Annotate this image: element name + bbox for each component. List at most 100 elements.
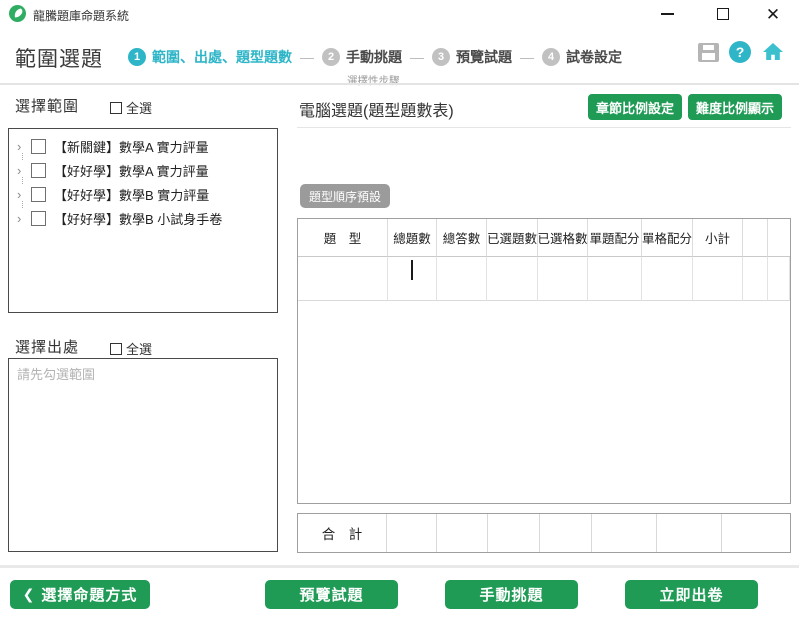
tree-item-3[interactable]: › 【好好學】數學B 小試身手卷 xyxy=(9,206,277,230)
step-4-label: 試卷設定 xyxy=(566,47,622,67)
tree-item-3-checkbox[interactable] xyxy=(31,211,46,226)
tree-item-2-label: 【好好學】數學B 實力評量 xyxy=(54,185,209,204)
close-button[interactable]: ✕ xyxy=(756,2,790,26)
total-cell-5 xyxy=(592,514,657,552)
total-cell-1 xyxy=(387,514,437,552)
source-select-all-label: 全選 xyxy=(126,339,152,358)
difficulty-ratio-button[interactable]: 難度比例顯示 xyxy=(688,94,782,120)
step-3-preview[interactable]: 3 預覽試題 xyxy=(432,47,512,67)
step-dash: — xyxy=(520,49,534,65)
header-divider xyxy=(0,83,799,85)
titlebar: 龍騰題庫命題系統 ✕ xyxy=(0,0,799,28)
app-window: 龍騰題庫命題系統 ✕ 範圍選題 1 範圍、出處、題型題數 — 2 手動挑題 選擇… xyxy=(0,0,799,619)
home-icon[interactable] xyxy=(761,40,785,64)
tree-item-0[interactable]: › 【新關鍵】數學A 實力評量 xyxy=(9,134,277,158)
close-icon: ✕ xyxy=(766,6,780,23)
source-section-title: 選擇出處 xyxy=(15,336,79,357)
tree-item-2-checkbox[interactable] xyxy=(31,187,46,202)
col-header-selected-questions: 已選題數 xyxy=(487,219,538,257)
row-cell-points-per-question[interactable] xyxy=(588,257,642,301)
step-dash: — xyxy=(300,49,314,65)
minimize-button[interactable] xyxy=(650,2,684,26)
step-4-number: 4 xyxy=(542,48,560,66)
tree-item-3-label: 【好好學】數學B 小試身手卷 xyxy=(54,209,222,228)
col-header-selected-blanks: 已選格數 xyxy=(538,219,588,257)
back-to-method-button[interactable]: ❮ 選擇命題方式 xyxy=(10,580,150,609)
col-header-blank-1 xyxy=(743,219,768,257)
main-panel-title: 電腦選題(題型題數表) xyxy=(299,97,454,121)
col-header-blank-2 xyxy=(768,219,790,257)
step-1-label: 範圍、出處、題型題數 xyxy=(152,47,292,67)
col-header-total-answers: 總答數 xyxy=(437,219,487,257)
back-button-label: 選擇命題方式 xyxy=(41,584,137,605)
manual-pick-button[interactable]: 手動挑題 xyxy=(445,580,578,609)
range-select-all-label: 全選 xyxy=(126,98,152,117)
tree-item-1-checkbox[interactable] xyxy=(31,163,46,178)
step-1-range[interactable]: 1 範圍、出處、題型題數 xyxy=(128,47,292,67)
col-header-points-per-question: 單題配分 xyxy=(588,219,642,257)
range-select-all[interactable]: 全選 xyxy=(110,98,152,117)
row-cell-total-questions[interactable] xyxy=(388,257,437,301)
step-3-label: 預覽試題 xyxy=(456,47,512,67)
tree-item-2[interactable]: › 【好好學】數學B 實力評量 xyxy=(9,182,277,206)
total-row: 合 計 xyxy=(297,513,791,553)
step-dash: — xyxy=(410,49,424,65)
expand-icon[interactable]: › xyxy=(17,164,31,177)
row-cell-points-per-blank[interactable] xyxy=(642,257,693,301)
total-cell-6 xyxy=(657,514,722,552)
maximize-button[interactable] xyxy=(706,2,740,26)
wizard-stepper: 1 範圍、出處、題型題數 — 2 手動挑題 選擇性步驟 — 3 預覽試題 — 4… xyxy=(128,30,622,83)
question-type-table: 題 型 總題數 總答數 已選題數 已選格數 單題配分 單格配分 小計 xyxy=(297,218,791,504)
tree-item-1[interactable]: › 【好好學】數學A 實力評量 xyxy=(9,158,277,182)
source-placeholder: 請先勾選範圍 xyxy=(17,364,95,383)
save-icon[interactable] xyxy=(698,43,719,62)
footer-divider xyxy=(0,565,799,568)
generate-paper-button[interactable]: 立即出卷 xyxy=(625,580,758,609)
tree-item-0-checkbox[interactable] xyxy=(31,139,46,154)
range-select-all-checkbox[interactable] xyxy=(110,102,122,114)
step-2-label: 手動挑題 xyxy=(346,47,402,67)
tree-item-0-label: 【新關鍵】數學A 實力評量 xyxy=(54,137,209,156)
step-4-paper-settings[interactable]: 4 試卷設定 xyxy=(542,47,622,67)
col-header-total-questions: 總題數 xyxy=(388,219,437,257)
page-title: 範圍選題 xyxy=(15,43,103,73)
tree-item-1-label: 【好好學】數學A 實力評量 xyxy=(54,161,209,180)
step-1-number: 1 xyxy=(128,48,146,66)
step-3-number: 3 xyxy=(432,48,450,66)
source-select-all[interactable]: 全選 xyxy=(110,339,152,358)
total-cell-7 xyxy=(722,514,790,552)
minimize-icon xyxy=(661,13,674,15)
source-list-box: 請先勾選範圍 xyxy=(8,358,278,552)
range-section-title: 選擇範圍 xyxy=(15,95,79,116)
step-2-sublabel: 選擇性步驟 xyxy=(347,73,400,88)
row-cell-blank-1 xyxy=(743,257,768,301)
step-2-manual-pick[interactable]: 2 手動挑題 選擇性步驟 xyxy=(322,47,402,67)
col-header-points-per-blank: 單格配分 xyxy=(642,219,693,257)
app-title: 龍騰題庫命題系統 xyxy=(33,7,129,24)
total-cell-2 xyxy=(437,514,488,552)
expand-icon[interactable]: › xyxy=(17,140,31,153)
chevron-left-icon: ❮ xyxy=(23,586,36,603)
page-header: 範圍選題 1 範圍、出處、題型題數 — 2 手動挑題 選擇性步驟 — 3 預覽試… xyxy=(0,30,799,83)
row-cell-type[interactable] xyxy=(298,257,388,301)
col-header-subtotal: 小計 xyxy=(693,219,743,257)
expand-icon[interactable]: › xyxy=(17,212,31,225)
table-grid: 題 型 總題數 總答數 已選題數 已選格數 單題配分 單格配分 小計 xyxy=(298,219,790,301)
row-cell-selected-questions[interactable] xyxy=(487,257,538,301)
app-logo-icon xyxy=(9,5,26,22)
preview-questions-button[interactable]: 預覽試題 xyxy=(265,580,398,609)
chapter-ratio-button[interactable]: 章節比例設定 xyxy=(588,94,682,120)
help-icon[interactable]: ? xyxy=(729,41,751,63)
total-cell-3 xyxy=(488,514,540,552)
type-order-preset-button[interactable]: 題型順序預設 xyxy=(300,184,390,208)
main-panel-divider xyxy=(297,127,791,128)
row-cell-total-answers[interactable] xyxy=(437,257,487,301)
source-select-all-checkbox[interactable] xyxy=(110,343,122,355)
maximize-icon xyxy=(717,8,729,20)
row-cell-subtotal[interactable] xyxy=(693,257,743,301)
expand-icon[interactable]: › xyxy=(17,188,31,201)
range-tree: › 【新關鍵】數學A 實力評量 › 【好好學】數學A 實力評量 › 【好好學】數… xyxy=(8,128,278,313)
row-cell-selected-blanks[interactable] xyxy=(538,257,588,301)
step-2-number: 2 xyxy=(322,48,340,66)
header-icons: ? xyxy=(698,40,785,64)
